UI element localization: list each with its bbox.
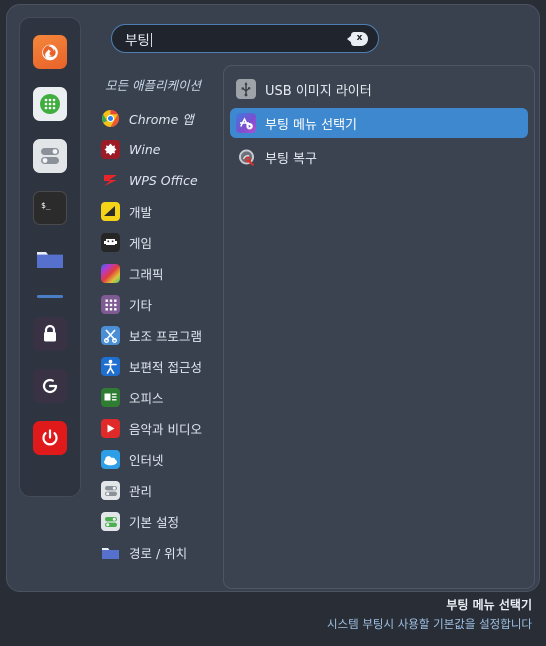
- preferences-icon: [101, 512, 120, 531]
- application-menu-window: $_ 부팅 x 모든 애플리케이션 Chrome 앱 Wine WPS Offi…: [0, 0, 546, 646]
- category-item-label: 보편적 접근성: [129, 360, 202, 375]
- sidebar-item-firefox[interactable]: [33, 35, 67, 69]
- internet-icon: [101, 450, 120, 469]
- result-item-label: 부팅 메뉴 선택기: [265, 117, 357, 133]
- clear-search-icon[interactable]: x: [347, 31, 368, 46]
- usb-image-writer-icon: [236, 79, 256, 99]
- result-item-boot-repair[interactable]: 부팅 복구: [230, 142, 528, 172]
- development-icon: [101, 202, 120, 221]
- result-item-boot-menu-selector[interactable]: 부팅 메뉴 선택기: [230, 108, 528, 138]
- svg-text:$_: $_: [41, 201, 51, 210]
- result-item-usb-image-writer[interactable]: USB 이미지 라이터: [230, 74, 528, 104]
- search-bar[interactable]: 부팅 x: [111, 24, 379, 53]
- category-item-label: 기본 설정: [129, 515, 179, 530]
- sidebar-separator: [37, 295, 63, 298]
- firefox-icon: [42, 44, 58, 61]
- wps-office-icon: [101, 171, 120, 190]
- power-icon: [42, 429, 58, 446]
- category-item-label: 경로 / 위치: [129, 546, 188, 561]
- sidebar-item-terminal[interactable]: $_: [33, 191, 67, 225]
- text-cursor: [150, 32, 152, 47]
- menu-window-frame: $_ 부팅 x 모든 애플리케이션 Chrome 앱 Wine WPS Offi…: [6, 4, 540, 592]
- category-item-label: 기타: [129, 298, 153, 313]
- category-item-wine[interactable]: Wine: [95, 134, 219, 165]
- category-item-chrome-apps[interactable]: Chrome 앱: [95, 103, 219, 134]
- category-item-label: 개발: [129, 205, 153, 220]
- category-item-development[interactable]: 개발: [95, 196, 219, 227]
- category-item-label: 게임: [129, 236, 153, 251]
- search-input[interactable]: 부팅 x: [111, 24, 379, 53]
- lock-icon: [44, 324, 56, 342]
- places-icon: [101, 543, 120, 562]
- category-item-label: 음악과 비디오: [129, 422, 202, 437]
- status-footer: 부팅 메뉴 선택기 시스템 부팅시 사용할 기본값을 설정합니다: [12, 596, 532, 632]
- app-grid-icon: [40, 94, 60, 114]
- category-item-office[interactable]: 오피스: [95, 382, 219, 413]
- category-item-label: 그래픽: [129, 267, 164, 282]
- category-item-games[interactable]: 게임: [95, 227, 219, 258]
- sidebar-item-lock-screen[interactable]: [33, 317, 67, 351]
- category-item-label: 오피스: [129, 391, 164, 406]
- category-item-accessories[interactable]: 보조 프로그램: [95, 320, 219, 351]
- category-item-other[interactable]: 기타: [95, 289, 219, 320]
- settings-toggles-icon: [41, 148, 59, 164]
- accessibility-icon: [101, 357, 120, 376]
- category-item-internet[interactable]: 인터넷: [95, 444, 219, 475]
- category-item-administration[interactable]: 관리: [95, 475, 219, 506]
- administration-icon: [101, 481, 120, 500]
- category-item-label: 관리: [129, 484, 153, 499]
- search-results-panel: USB 이미지 라이터 부팅 메뉴 선택기 부팅 복구: [223, 65, 535, 589]
- category-item-multimedia[interactable]: 음악과 비디오: [95, 413, 219, 444]
- category-item-label: Wine: [129, 142, 161, 157]
- sidebar: $_: [19, 17, 81, 497]
- graphics-icon: [101, 264, 120, 283]
- boot-repair-icon: [236, 147, 256, 167]
- category-list: 모든 애플리케이션 Chrome 앱 Wine WPS Office 개발 게임…: [95, 75, 219, 568]
- sidebar-item-settings[interactable]: [33, 139, 67, 173]
- other-icon: [101, 295, 120, 314]
- office-icon: [101, 388, 120, 407]
- clear-search-label: x: [356, 33, 363, 43]
- sidebar-item-restart[interactable]: [33, 369, 67, 403]
- search-value: 부팅: [125, 32, 150, 49]
- result-item-label: USB 이미지 라이터: [265, 83, 372, 99]
- restart-icon: [42, 378, 58, 394]
- sidebar-item-shutdown[interactable]: [33, 421, 67, 455]
- sidebar-item-all-applications[interactable]: [33, 87, 67, 121]
- sidebar-item-files[interactable]: [33, 243, 67, 277]
- category-item-wps-office[interactable]: WPS Office: [95, 165, 219, 196]
- category-item-label: WPS Office: [129, 173, 198, 188]
- folder-icon: [37, 252, 63, 268]
- category-item-label: 인터넷: [129, 453, 164, 468]
- wine-icon: [101, 140, 120, 159]
- footer-title: 부팅 메뉴 선택기: [446, 598, 532, 612]
- terminal-icon: $_: [41, 201, 51, 210]
- category-item-places[interactable]: 경로 / 위치: [95, 537, 219, 568]
- boot-menu-icon: [236, 113, 256, 133]
- category-item-label: 보조 프로그램: [129, 329, 202, 344]
- result-item-label: 부팅 복구: [265, 151, 317, 167]
- category-item-graphics[interactable]: 그래픽: [95, 258, 219, 289]
- accessories-icon: [101, 326, 120, 345]
- category-list-header: 모든 애플리케이션: [105, 78, 201, 93]
- category-item-accessibility[interactable]: 보편적 접근성: [95, 351, 219, 382]
- category-item-preferences[interactable]: 기본 설정: [95, 506, 219, 537]
- category-item-label: Chrome 앱: [129, 112, 194, 127]
- chrome-icon: [101, 109, 120, 128]
- games-icon: [101, 233, 120, 252]
- multimedia-icon: [101, 419, 120, 438]
- footer-description: 시스템 부팅시 사용할 기본값을 설정합니다: [326, 617, 532, 631]
- search-input-text: 부팅: [125, 29, 351, 49]
